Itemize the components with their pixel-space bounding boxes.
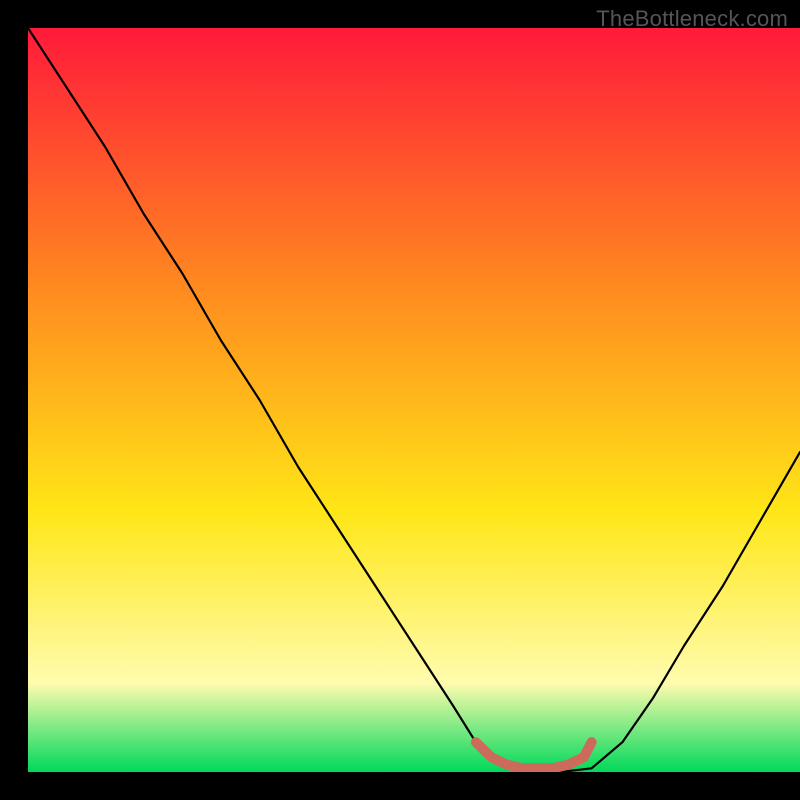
gradient-background (28, 28, 800, 772)
watermark-text: TheBottleneck.com (596, 6, 788, 32)
plot-area (28, 28, 800, 772)
chart-svg (28, 28, 800, 772)
chart-canvas: TheBottleneck.com (0, 0, 800, 800)
